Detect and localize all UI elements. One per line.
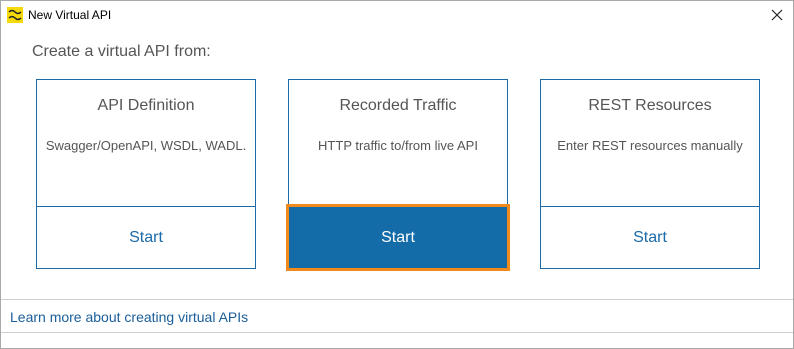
card-api-definition: API Definition Swagger/OpenAPI, WSDL, WA… bbox=[36, 79, 256, 269]
start-button-recorded-traffic[interactable]: Start bbox=[286, 204, 510, 271]
card-recorded-traffic: Recorded Traffic HTTP traffic to/from li… bbox=[286, 79, 510, 271]
card-body: REST Resources Enter REST resources manu… bbox=[541, 80, 759, 207]
close-icon bbox=[771, 9, 783, 21]
title-bar: New Virtual API bbox=[1, 1, 793, 29]
app-logo-icon bbox=[7, 7, 23, 23]
card-body: Recorded Traffic HTTP traffic to/from li… bbox=[289, 80, 507, 207]
close-button[interactable] bbox=[767, 5, 787, 25]
divider bbox=[1, 332, 793, 333]
start-button-rest-resources[interactable]: Start bbox=[541, 207, 759, 268]
card-body: API Definition Swagger/OpenAPI, WSDL, WA… bbox=[37, 80, 255, 207]
card-description: Swagger/OpenAPI, WSDL, WADL. bbox=[45, 138, 247, 153]
divider bbox=[1, 299, 793, 300]
card-description: HTTP traffic to/from live API bbox=[318, 138, 478, 153]
dialog-window: New Virtual API Create a virtual API fro… bbox=[0, 0, 794, 349]
card-title: API Definition bbox=[97, 97, 195, 114]
card-description: Enter REST resources manually bbox=[557, 138, 743, 153]
learn-more-link[interactable]: Learn more about creating virtual APIs bbox=[10, 309, 248, 325]
window-title: New Virtual API bbox=[28, 8, 112, 22]
card-title: REST Resources bbox=[588, 97, 712, 114]
card-title: Recorded Traffic bbox=[339, 97, 457, 114]
page-heading: Create a virtual API from: bbox=[32, 43, 211, 60]
start-button-api-definition[interactable]: Start bbox=[37, 207, 255, 268]
card-rest-resources: REST Resources Enter REST resources manu… bbox=[540, 79, 760, 269]
